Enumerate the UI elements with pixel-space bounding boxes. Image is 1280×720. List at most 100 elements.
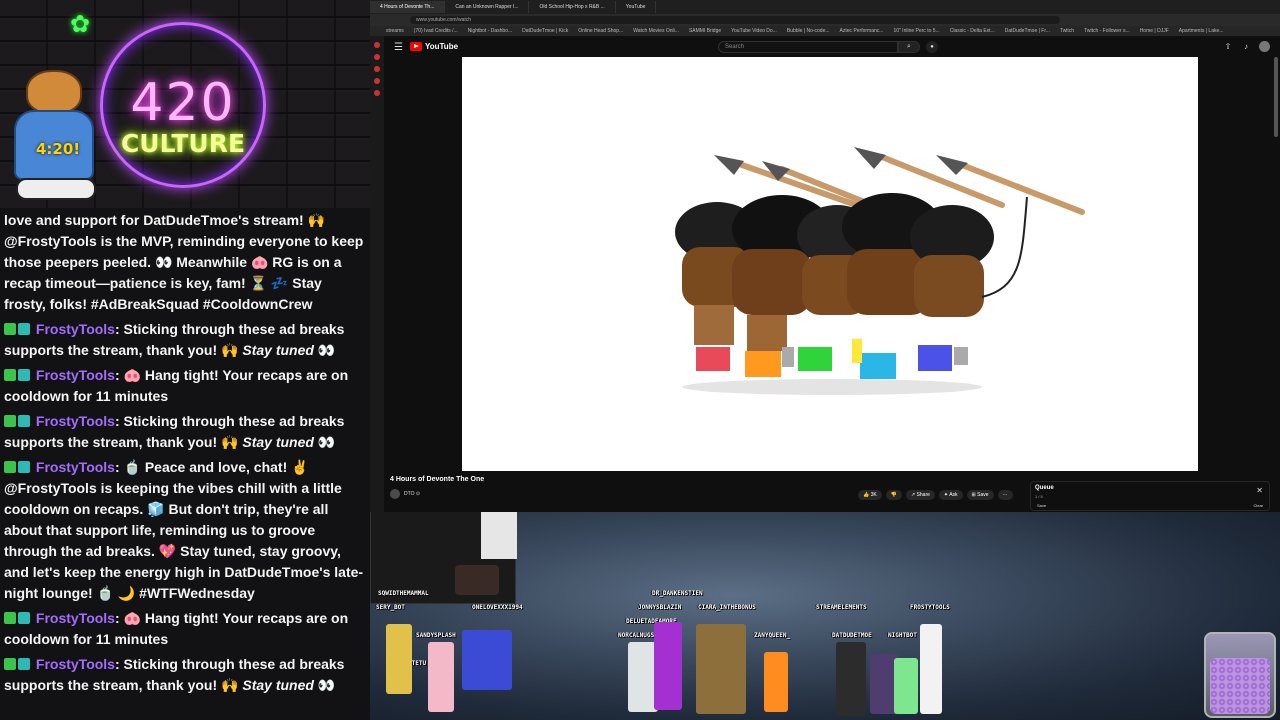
ask-button[interactable]: ✦ Ask [938, 490, 963, 500]
bookmark[interactable]: Twitch [1060, 26, 1074, 36]
bot-badge-icon [18, 323, 30, 335]
viewer-name: FROSTYTOOLS [910, 604, 950, 611]
video-player[interactable] [462, 57, 1198, 471]
bookmark[interactable]: 10" Inline Perc to 5... [893, 26, 939, 36]
channel-avatar[interactable] [390, 489, 400, 499]
brick-background: ✿ 420 CULTURE 4:20! [0, 0, 370, 208]
url-field[interactable]: www.youtube.com/watch [410, 16, 1060, 24]
queue-title: Queue [1035, 485, 1054, 491]
scrollbar[interactable] [1274, 57, 1278, 137]
browser-tab[interactable]: Old School Hip-Hop x R&B ... [529, 1, 616, 13]
bookmark[interactable]: Nightbot - Dashbo... [468, 26, 512, 36]
bot-badge-icon [18, 658, 30, 670]
bookmark[interactable]: YouTube Video Do... [731, 26, 777, 36]
viewer-name: NORCALNUGS [618, 632, 655, 639]
webcam-light [481, 512, 517, 559]
viewer-name: ONELOVEXXX1994 [472, 604, 523, 611]
check-badge-icon [4, 323, 16, 335]
sidebar-app-icon[interactable] [374, 78, 380, 84]
viewer-name: STREAMELEMENTS [816, 604, 867, 611]
webcam-desk [455, 565, 499, 595]
video-left-gutter [384, 57, 462, 471]
chat-message: FrostyTools: 🐽 Hang tight! Your recaps a… [4, 365, 366, 407]
chat-panel[interactable]: love and support for DatDudeTmoe's strea… [0, 208, 370, 720]
viewer-sprite [386, 624, 412, 694]
channel-row[interactable]: DTO ⊙ [390, 489, 420, 499]
bookmark[interactable]: Watch Movies Onli... [633, 26, 679, 36]
check-badge-icon [4, 612, 16, 624]
viewer-sprite [462, 630, 512, 690]
viewer-sprite [696, 624, 746, 714]
browser-tab[interactable]: YouTube [616, 1, 657, 13]
search-icon[interactable]: ⌕ [898, 41, 920, 53]
bookmark[interactable]: SAMMI Bridge [689, 26, 721, 36]
chat-username[interactable]: FrostyTools [36, 321, 115, 337]
channel-name[interactable]: DTO ⊙ [404, 491, 420, 497]
bookmark[interactable]: Home | DJJF [1140, 26, 1169, 36]
chat-username[interactable]: FrostyTools [36, 656, 115, 672]
chat-message: love and support for DatDudeTmoe's strea… [4, 210, 366, 315]
upload-icon[interactable]: ⇧ [1223, 42, 1233, 52]
chat-username[interactable]: FrostyTools [36, 459, 115, 475]
address-bar: www.youtube.com/watch [370, 14, 1280, 26]
bookmark[interactable]: Online Head Shop... [578, 26, 623, 36]
bookmark[interactable]: Classic - Delta Ext... [950, 26, 995, 36]
neon-word: CULTURE [120, 129, 246, 158]
save-button[interactable]: ⊞ Save [966, 490, 994, 500]
youtube-play-icon [410, 42, 422, 51]
bookmark[interactable]: (70) Ivad Credits /... [414, 26, 458, 36]
bookmark[interactable]: Twitch - Follower s... [1084, 26, 1130, 36]
viewer-sprite [894, 658, 918, 714]
screen: ✿ 420 CULTURE 4:20! love and support for… [0, 0, 1280, 720]
menu-icon[interactable]: ☰ [394, 42, 403, 53]
viewer-name: DATDUDETMOE [832, 632, 872, 639]
sidebar-app-icon[interactable] [374, 54, 380, 60]
more-button[interactable]: ··· [997, 490, 1013, 500]
bookmark[interactable]: DatDudeTmoe | Kick [522, 26, 568, 36]
bookmark[interactable]: Bubble | No-code... [787, 26, 830, 36]
chat-username[interactable]: FrostyTools [36, 610, 115, 626]
like-button[interactable]: 👍 3K [858, 490, 882, 500]
sidebar-app-icon[interactable] [374, 90, 380, 96]
bell-icon[interactable]: ♪ [1241, 42, 1251, 52]
chat-italic: Stay tuned [242, 342, 314, 358]
video-info: 4 Hours of Devonte The One DTO ⊙ 👍 3K 👎 … [384, 471, 1280, 512]
viewer-name: SANDYSPLASH [416, 632, 456, 639]
bookmark[interactable]: DatDudeTmoe | Fr... [1005, 26, 1050, 36]
header-actions: ⇧ ♪ [1223, 41, 1270, 52]
youtube-header: ☰ YouTube Search ⌕ ● ⇧ ♪ [384, 38, 1280, 56]
viewer-name: DR_DANKENSTIEN [652, 590, 703, 597]
bookmark[interactable]: Aztec Performanc... [840, 26, 884, 36]
stream-bottom: SQWIDTHEMAMMAL SERY_BOT ONELOVEXXX1994 S… [370, 512, 1280, 720]
sidebar-app-icon[interactable] [374, 42, 380, 48]
viewer-name: SQWIDTHEMAMMAL [378, 590, 429, 597]
viewer-sprite [428, 642, 454, 712]
close-icon[interactable]: ✕ [1256, 486, 1263, 495]
avatar[interactable] [1259, 41, 1270, 52]
chat-italic: Stay tuned [242, 434, 314, 450]
sidebar-app-icon[interactable] [374, 66, 380, 72]
youtube-logo[interactable]: YouTube [410, 42, 458, 51]
dislike-button[interactable]: 👎 [885, 490, 902, 500]
check-badge-icon [4, 658, 16, 670]
viewer-name: SERY_BOT [376, 604, 405, 611]
queue-clear-button[interactable]: Clear [1253, 503, 1263, 508]
chat-message: FrostyTools: 🐽 Hang tight! Your recaps a… [4, 608, 366, 650]
mic-icon[interactable]: ● [926, 41, 938, 53]
viewer-name: NIGHTBOT [888, 632, 917, 639]
bookmark[interactable]: streams [386, 26, 404, 36]
browser-tab[interactable]: 4 Hours of Devonte Th... [370, 1, 446, 13]
browser-tab[interactable]: Can an Unknown Rapper I... [445, 1, 530, 13]
chat-text: love and support for DatDudeTmoe's strea… [4, 212, 364, 312]
chat-username[interactable]: FrostyTools [36, 367, 115, 383]
jar [1204, 632, 1276, 718]
chat-username[interactable]: FrostyTools [36, 413, 115, 429]
bookmark[interactable]: Apartments | Lake... [1179, 26, 1224, 36]
share-button[interactable]: ↗ Share [905, 490, 935, 500]
chat-message: FrostyTools: Sticking through these ad b… [4, 411, 366, 453]
queue-save-button[interactable]: Save [1037, 503, 1046, 508]
character [910, 205, 994, 371]
bear-time: 4:20! [36, 140, 81, 158]
search-input[interactable]: Search [718, 41, 898, 53]
chat-italic: Stay tuned [242, 677, 314, 693]
